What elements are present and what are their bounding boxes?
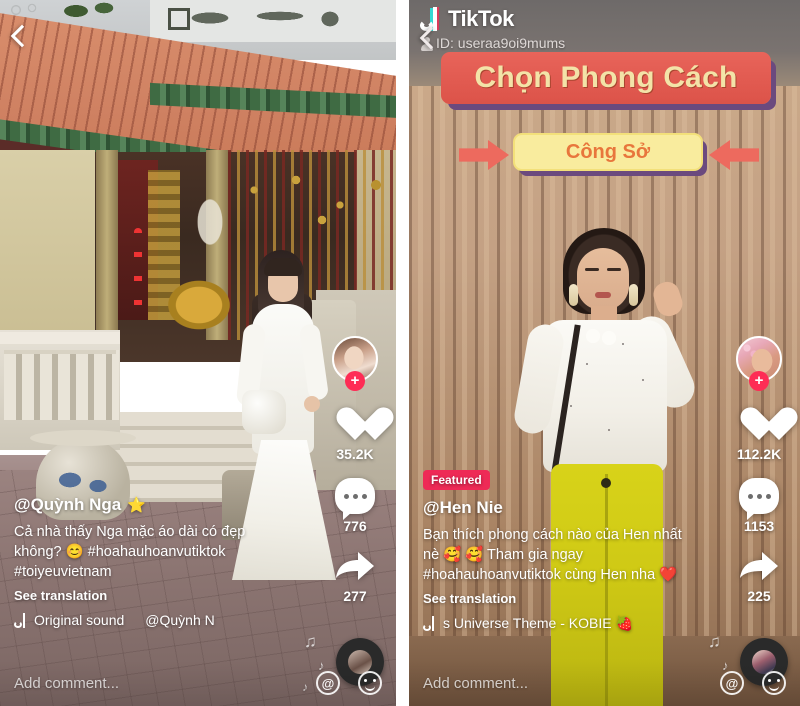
comment-count: 776 <box>343 518 367 534</box>
right-video-panel[interactable]: TikTok ID: useraa9oi9mums Chọn Phong Các… <box>409 0 800 706</box>
share-button[interactable]: 225 <box>738 550 780 604</box>
author-name: @Quỳnh Nga <box>14 495 122 514</box>
sound-name: Original sound <box>34 612 125 628</box>
tiktok-watermark: TikTok <box>420 6 514 32</box>
comment-input[interactable]: Add comment... <box>14 675 316 692</box>
overlay-title-banner: Chọn Phong Cách <box>441 52 771 104</box>
avatar[interactable]: + <box>332 336 378 391</box>
overlay-subtitle-banner: Công Sở <box>513 133 703 171</box>
comment-input[interactable]: Add comment... <box>423 675 720 692</box>
mention-icon[interactable]: @ <box>720 671 744 695</box>
right-action-rail: + 112.2K 1153 225 <box>728 336 790 620</box>
overlay-subtitle-text: Công Sở <box>565 140 651 163</box>
sound-author: @Quỳnh N <box>145 612 215 628</box>
avatar[interactable]: + <box>736 336 782 391</box>
dual-video-screenshot: + 35.2K 776 277 ♫ ♪ ♪ <box>0 0 800 706</box>
panel-divider <box>396 0 409 706</box>
share-icon[interactable] <box>334 550 376 584</box>
watermark-id-text: ID: useraa9oi9mums <box>436 35 566 51</box>
video-description[interactable]: Bạn thích phong cách nào của Hen nhất nè… <box>423 525 691 585</box>
left-caption-block: @Quỳnh Nga ⭐ Cả nhà thấy Nga mặc áo dài … <box>14 495 274 628</box>
music-note-icon <box>14 612 27 628</box>
comment-icon[interactable] <box>739 478 779 520</box>
sound-name: s Universe Theme - KOBIE 🍓 <box>443 615 633 631</box>
see-translation-link[interactable]: See translation <box>14 588 274 603</box>
like-count: 35.2K <box>336 446 374 462</box>
comment-button[interactable]: 776 <box>335 478 375 534</box>
tiktok-wordmark: TikTok <box>448 6 514 31</box>
left-video-panel[interactable]: + 35.2K 776 277 ♫ ♪ ♪ <box>0 0 396 706</box>
author-handle[interactable]: @Quỳnh Nga ⭐ <box>14 495 274 515</box>
follow-plus-icon[interactable]: + <box>749 371 769 391</box>
share-button[interactable]: 277 <box>334 550 376 604</box>
like-button[interactable]: 35.2K <box>335 406 375 462</box>
author-handle[interactable]: @Hen Nie <box>423 498 691 518</box>
verified-star-icon: ⭐ <box>127 497 146 514</box>
sound-row[interactable]: s Universe Theme - KOBIE 🍓 <box>423 615 691 632</box>
status-badge: Featured <box>423 470 490 490</box>
heart-icon[interactable] <box>335 406 375 442</box>
author-name: @Hen Nie <box>423 498 503 517</box>
left-action-rail: + 35.2K 776 277 <box>324 336 386 620</box>
arrow-right-icon <box>459 140 509 170</box>
share-count: 225 <box>747 588 771 604</box>
like-count: 112.2K <box>736 446 782 462</box>
arrow-left-icon <box>709 140 759 170</box>
emoji-icon[interactable] <box>762 671 786 695</box>
emoji-icon[interactable] <box>358 671 382 695</box>
share-icon[interactable] <box>738 550 780 584</box>
follow-plus-icon[interactable]: + <box>345 371 365 391</box>
sound-row[interactable]: Original sound @Quỳnh N <box>14 612 274 628</box>
video-description[interactable]: Cả nhà thấy Nga mặc áo dài có đẹp không?… <box>14 522 274 582</box>
music-note-icon <box>423 616 436 631</box>
see-translation-link[interactable]: See translation <box>423 591 691 606</box>
right-comment-bar[interactable]: Add comment... @ <box>409 660 800 706</box>
like-button[interactable]: 112.2K <box>737 406 781 462</box>
share-count: 277 <box>343 588 367 604</box>
music-note-icon: ♫ <box>304 632 317 651</box>
music-note-icon: ♫ <box>708 632 721 651</box>
comment-icon[interactable] <box>335 478 375 520</box>
heart-icon[interactable] <box>739 406 779 442</box>
overlay-title-text: Chọn Phong Cách <box>474 61 738 94</box>
comment-button[interactable]: 1153 <box>739 478 779 534</box>
mention-icon[interactable]: @ <box>316 671 340 695</box>
left-comment-bar[interactable]: Add comment... @ <box>0 660 396 706</box>
right-caption-block: Featured @Hen Nie Bạn thích phong cách n… <box>423 470 691 632</box>
comment-count: 1153 <box>743 518 775 534</box>
